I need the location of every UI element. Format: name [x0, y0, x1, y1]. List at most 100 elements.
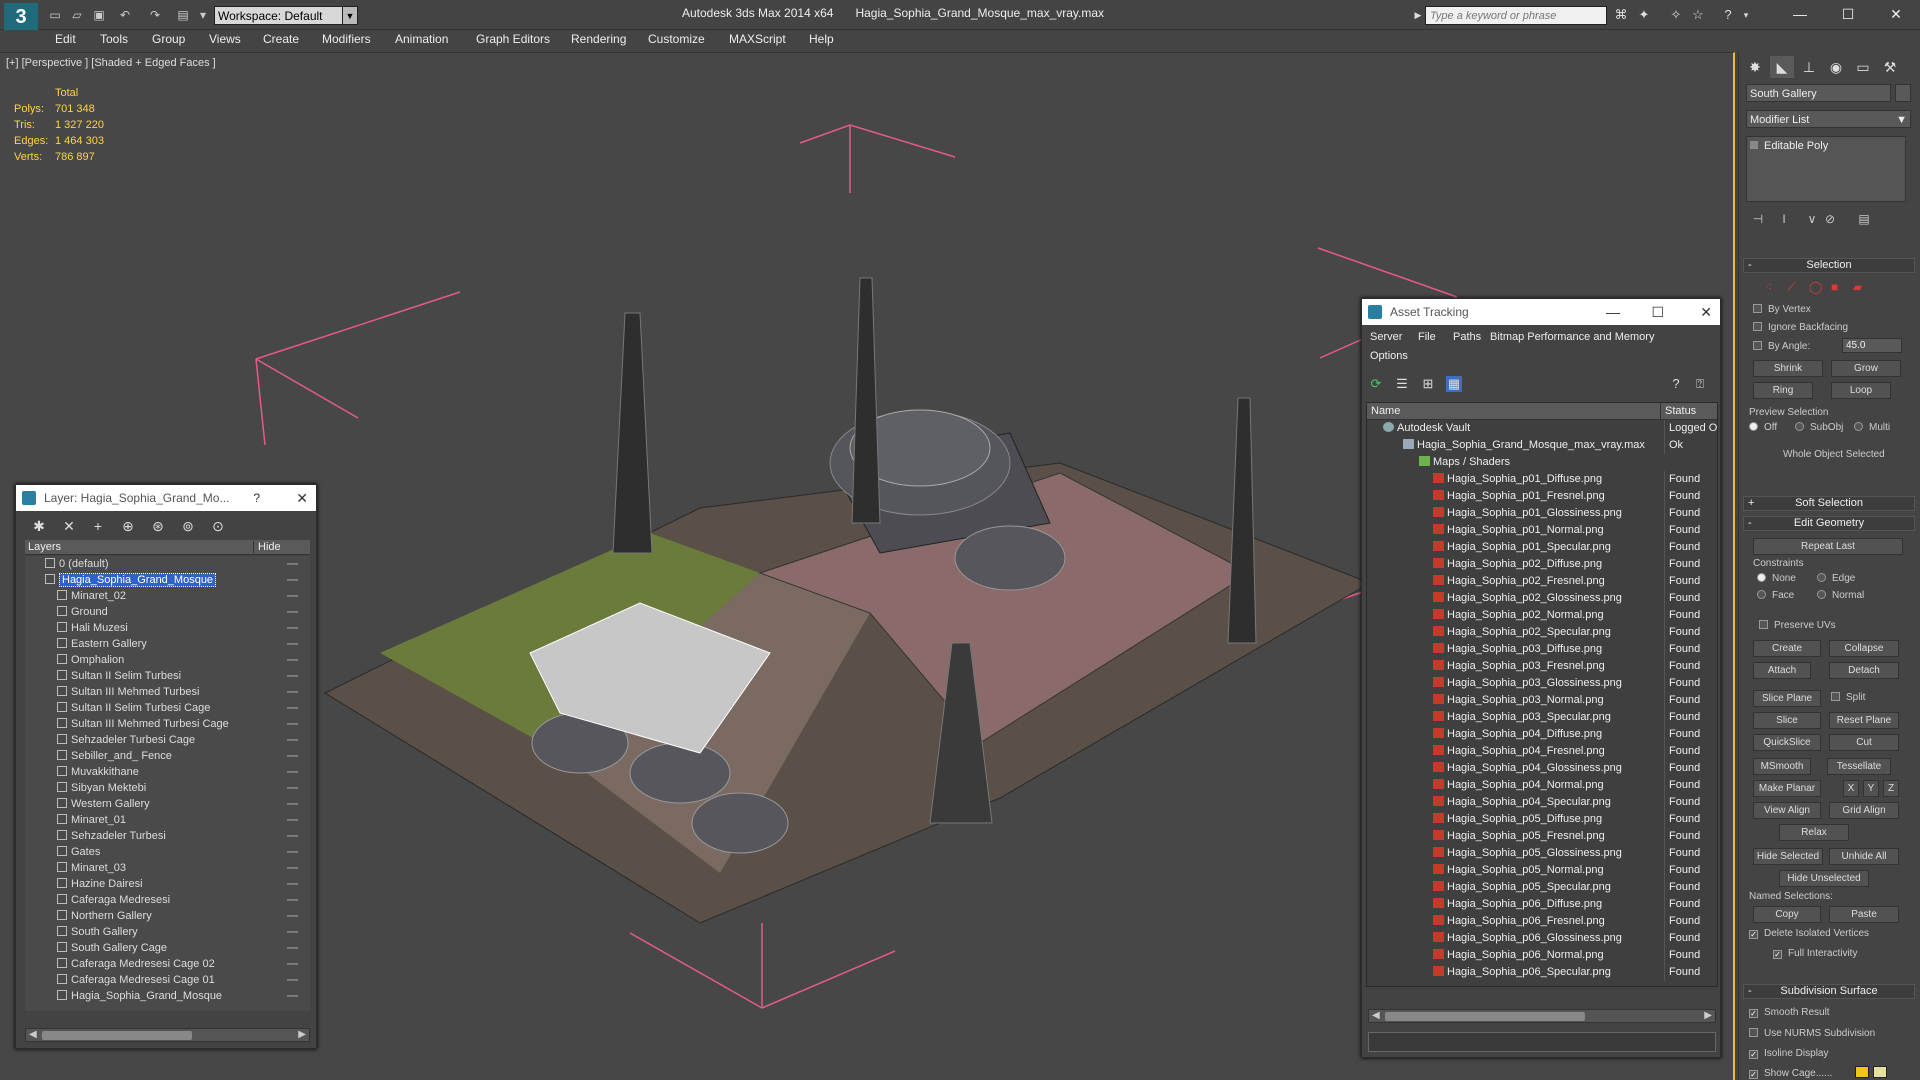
- asset-row[interactable]: Hagia_Sophia_p03_Normal.png Found: [1367, 692, 1717, 709]
- redo-icon[interactable]: ↷: [148, 8, 162, 22]
- layer-row[interactable]: Sehzadeler Turbesi ━━: [25, 828, 310, 844]
- repeat-last-button[interactable]: Repeat Last: [1753, 538, 1903, 555]
- layer-row[interactable]: Northern Gallery ━━: [25, 908, 310, 924]
- hide-toggle-icon[interactable]: ━━: [287, 620, 298, 636]
- slice-button[interactable]: Slice: [1753, 712, 1821, 729]
- display-tab-icon[interactable]: ▭: [1851, 56, 1875, 78]
- menu-edit[interactable]: Edit: [55, 32, 76, 46]
- layer-row[interactable]: Hali Muzesi ━━: [25, 620, 310, 636]
- hide-toggle-icon[interactable]: ━━: [287, 716, 298, 732]
- scroll-thumb[interactable]: [1385, 1012, 1585, 1021]
- close-icon[interactable]: ✕: [1700, 299, 1712, 325]
- open-file-icon[interactable]: ▱: [70, 8, 84, 22]
- utilities-tab-icon[interactable]: ⚒: [1878, 56, 1902, 78]
- hide-toggle-icon[interactable]: ━━: [287, 684, 298, 700]
- workspace-dropdown-icon[interactable]: ▼: [342, 6, 358, 25]
- hide-toggle-icon[interactable]: ━━: [287, 604, 298, 620]
- layer-row[interactable]: Sultan II Selim Turbesi ━━: [25, 668, 310, 684]
- layer-name[interactable]: Caferaga Medresesi: [71, 894, 170, 906]
- edit-geometry-rollout-header[interactable]: - Edit Geometry: [1743, 516, 1915, 531]
- layer-row[interactable]: Ground ━━: [25, 604, 310, 620]
- modifier-list-select[interactable]: Modifier List ▼: [1746, 110, 1911, 128]
- show-end-result-icon[interactable]: Ι: [1776, 212, 1792, 226]
- name-column-header[interactable]: Name: [1367, 403, 1660, 419]
- make-planar-button[interactable]: Make Planar: [1753, 780, 1821, 797]
- menu-graph-editors[interactable]: Graph Editors: [476, 32, 550, 46]
- layer-row[interactable]: Caferaga Medresesi ━━: [25, 892, 310, 908]
- hide-unselected-button[interactable]: Hide Unselected: [1779, 870, 1869, 887]
- maximize-icon[interactable]: ☐: [1828, 3, 1868, 25]
- shrink-button[interactable]: Shrink: [1753, 360, 1823, 377]
- selection-rollout-header[interactable]: - Selection: [1743, 258, 1915, 273]
- search-input[interactable]: Type a keyword or phrase: [1425, 6, 1607, 25]
- hide-toggle-icon[interactable]: ━━: [287, 556, 298, 572]
- dropdown-arrow-icon[interactable]: ▾: [196, 8, 210, 22]
- hide-toggle-icon[interactable]: ━━: [287, 588, 298, 604]
- copy-button[interactable]: Copy: [1753, 906, 1821, 923]
- help-dropdown-icon[interactable]: ▾: [1738, 7, 1754, 23]
- freeze-all-icon[interactable]: ⊙: [209, 517, 227, 535]
- asset-row[interactable]: Hagia_Sophia_p01_Diffuse.png Found: [1367, 471, 1717, 488]
- layer-row[interactable]: Sultan III Mehmed Turbesi ━━: [25, 684, 310, 700]
- favorites-icon[interactable]: ☆: [1690, 7, 1706, 23]
- asset-row[interactable]: Hagia_Sophia_p01_Normal.png Found: [1367, 522, 1717, 539]
- tree-view-icon[interactable]: ⊞: [1420, 376, 1436, 392]
- layer-name[interactable]: Western Gallery: [71, 798, 150, 810]
- planar-y-button[interactable]: Y: [1863, 780, 1879, 797]
- paste-button[interactable]: Paste: [1829, 906, 1899, 923]
- asset-row[interactable]: Hagia_Sophia_p03_Glossiness.png Found: [1367, 675, 1717, 692]
- layer-name[interactable]: South Gallery Cage: [71, 942, 167, 954]
- asset-help-icon[interactable]: ?: [1668, 376, 1684, 392]
- asset-row[interactable]: Maps / Shaders: [1367, 454, 1717, 471]
- help-icon[interactable]: ?: [253, 485, 260, 511]
- hide-toggle-icon[interactable]: ━━: [287, 924, 298, 940]
- layer-row[interactable]: Sehzadeler Turbesi Cage ━━: [25, 732, 310, 748]
- asset-row[interactable]: Hagia_Sophia_p06_Fresnel.png Found: [1367, 913, 1717, 930]
- layer-name[interactable]: Sultan III Mehmed Turbesi: [71, 686, 199, 698]
- border-select-icon[interactable]: ◯: [1809, 280, 1822, 294]
- hide-toggle-icon[interactable]: ━━: [287, 940, 298, 956]
- hide-toggle-icon[interactable]: ━━: [287, 844, 298, 860]
- layer-row[interactable]: Sebiller_and_ Fence ━━: [25, 748, 310, 764]
- hide-toggle-icon[interactable]: ━━: [287, 780, 298, 796]
- preview-multi-radio[interactable]: Multi: [1854, 422, 1890, 433]
- scroll-left-icon[interactable]: ◀: [29, 1029, 37, 1041]
- asset-row[interactable]: Hagia_Sophia_p05_Glossiness.png Found: [1367, 845, 1717, 862]
- layer-row[interactable]: Caferaga Medresesi Cage 01 ━━: [25, 972, 310, 988]
- select-objects-icon[interactable]: ⊕: [119, 517, 137, 535]
- layer-name[interactable]: South Gallery: [71, 926, 138, 938]
- show-cage-checkbox[interactable]: ✓ Show Cage......: [1749, 1068, 1832, 1079]
- layer-name[interactable]: Sehzadeler Turbesi Cage: [71, 734, 195, 746]
- object-color-swatch[interactable]: [1895, 84, 1911, 102]
- asset-row[interactable]: Hagia_Sophia_p05_Specular.png Found: [1367, 879, 1717, 896]
- layer-name[interactable]: Sultan III Mehmed Turbesi Cage: [71, 718, 229, 730]
- expand-search-icon[interactable]: ▶: [1410, 7, 1426, 23]
- menu-maxscript[interactable]: MAXScript: [729, 32, 786, 46]
- highlight-layer-icon[interactable]: ⊛: [149, 517, 167, 535]
- cage-color-swatch[interactable]: [1855, 1066, 1869, 1078]
- maximize-icon[interactable]: ☐: [1651, 299, 1664, 325]
- layer-row[interactable]: Eastern Gallery ━━: [25, 636, 310, 652]
- asset-row[interactable]: Hagia_Sophia_p02_Specular.png Found: [1367, 624, 1717, 641]
- layer-name[interactable]: 0 (default): [59, 558, 109, 570]
- asset-row[interactable]: Hagia_Sophia_p02_Glossiness.png Found: [1367, 590, 1717, 607]
- project-folder-icon[interactable]: ▤: [176, 8, 190, 22]
- ring-button[interactable]: Ring: [1753, 382, 1813, 399]
- hide-toggle-icon[interactable]: ━━: [287, 860, 298, 876]
- asset-row[interactable]: Hagia_Sophia_p02_Diffuse.png Found: [1367, 556, 1717, 573]
- hide-toggle-icon[interactable]: ━━: [287, 636, 298, 652]
- grow-button[interactable]: Grow: [1831, 360, 1901, 377]
- asset-row[interactable]: Hagia_Sophia_p04_Specular.png Found: [1367, 794, 1717, 811]
- minimize-icon[interactable]: —: [1606, 299, 1620, 325]
- menu-modifiers[interactable]: Modifiers: [322, 32, 371, 46]
- menu-rendering[interactable]: Rendering: [571, 32, 626, 46]
- layer-row[interactable]: Sultan II Selim Turbesi Cage ━━: [25, 700, 310, 716]
- asset-row[interactable]: Hagia_Sophia_p06_Diffuse.png Found: [1367, 896, 1717, 913]
- menu-customize[interactable]: Customize: [648, 32, 705, 46]
- asset-row[interactable]: Hagia_Sophia_p05_Diffuse.png Found: [1367, 811, 1717, 828]
- hide-all-icon[interactable]: ⊚: [179, 517, 197, 535]
- layer-name[interactable]: Hagia_Sophia_Grand_Mosque: [71, 990, 222, 1002]
- add-to-layer-icon[interactable]: +: [89, 517, 107, 535]
- menu-animation[interactable]: Animation: [395, 32, 448, 46]
- hide-toggle-icon[interactable]: ━━: [287, 892, 298, 908]
